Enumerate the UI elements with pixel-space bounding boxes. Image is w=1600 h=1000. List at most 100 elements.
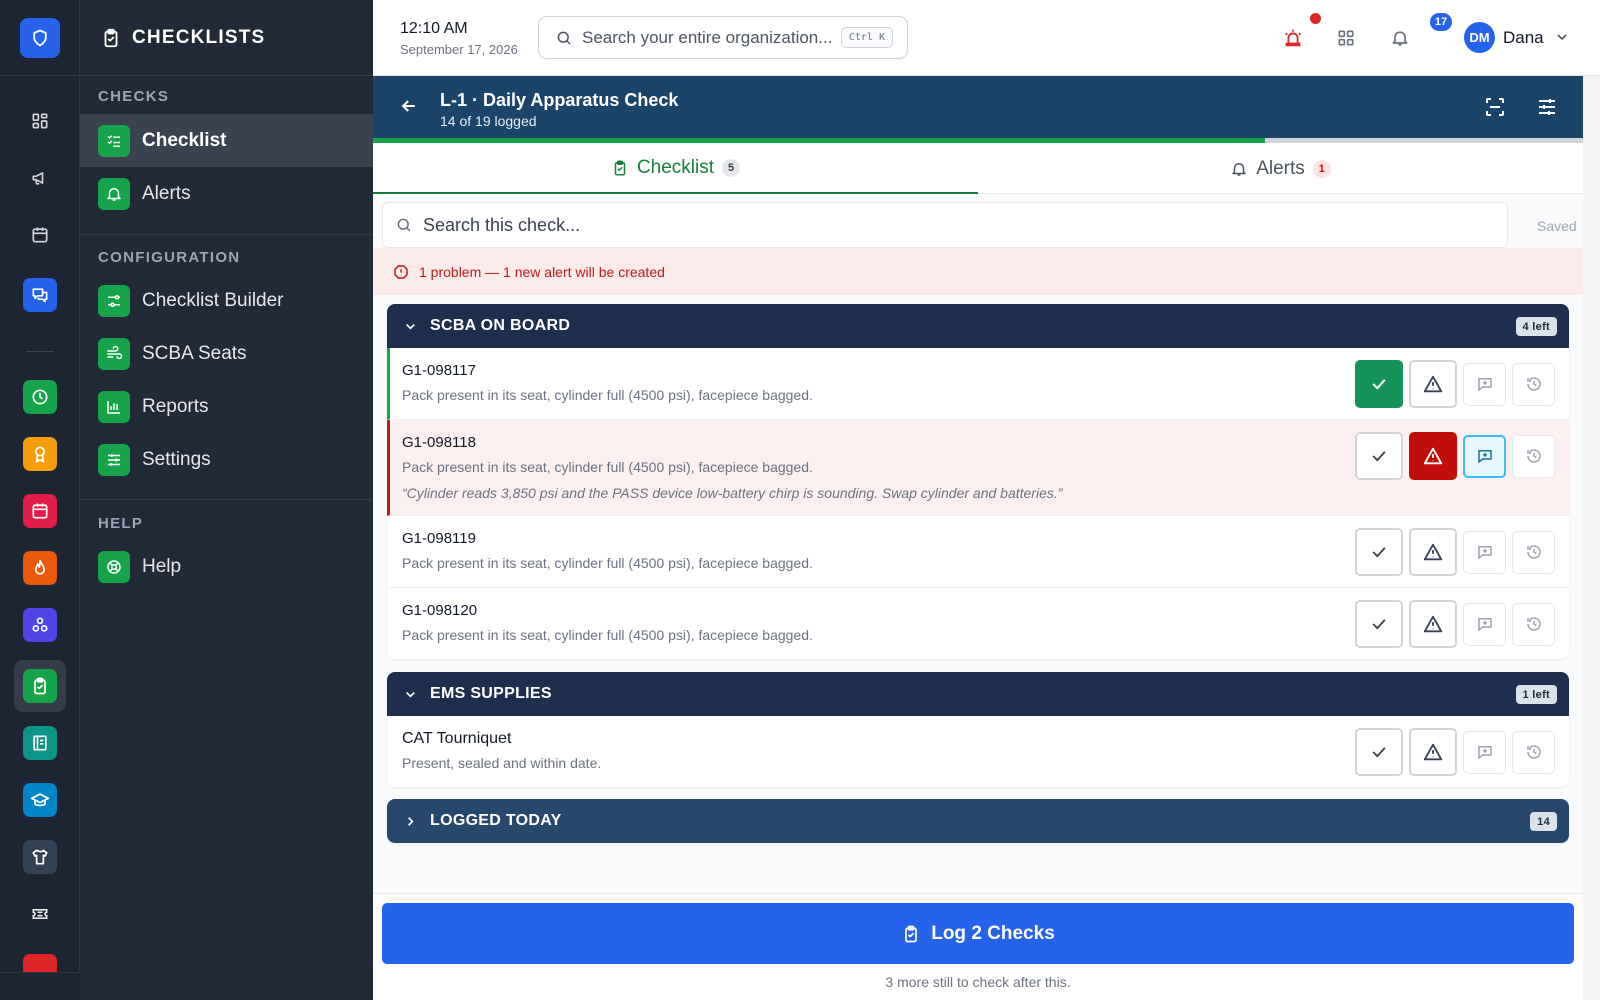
check-icon [1372, 547, 1386, 558]
sidebar-item-alerts[interactable]: Alerts [80, 167, 373, 220]
check-item-row: G1-098117 Pack present in its seat, cyli… [387, 348, 1569, 420]
mark-ok-button[interactable] [1355, 728, 1403, 776]
search-icon [397, 218, 411, 232]
report-problem-button[interactable] [1409, 600, 1457, 648]
shield-icon[interactable] [20, 18, 60, 58]
chevron-down-icon[interactable] [1554, 29, 1570, 50]
sidebar-item-help[interactable]: Help [80, 540, 373, 593]
clipboard-check-icon [905, 925, 918, 942]
apps-grid-icon[interactable] [1334, 26, 1358, 50]
problem-text: 1 problem — 1 new alert will be created [419, 263, 665, 280]
filter-sliders-icon[interactable] [1535, 95, 1559, 124]
main-panel: L-1 · Daily Apparatus Check 14 of 19 log… [373, 76, 1600, 1000]
history-button[interactable] [1512, 530, 1555, 574]
item-description: Pack present in its seat, cylinder full … [402, 627, 813, 643]
check-progress-text: 14 of 19 logged [440, 113, 537, 129]
current-date: September 17, 2026 [400, 42, 518, 57]
siren-icon[interactable] [23, 954, 57, 972]
report-problem-button[interactable] [1409, 528, 1457, 576]
tab-label: Checklist [636, 156, 715, 178]
book-icon[interactable] [23, 726, 57, 760]
calendar-icon[interactable] [23, 218, 57, 252]
back-arrow-icon[interactable] [399, 96, 419, 121]
checklist-icon[interactable] [23, 669, 57, 703]
wind-icon [98, 337, 130, 370]
log-checks-button[interactable]: Log 2 Checks [382, 903, 1574, 964]
ticket-icon[interactable] [23, 897, 57, 931]
siren-icon[interactable] [1281, 26, 1305, 50]
item-title: G1-098119 [402, 530, 476, 547]
section-remaining-badge: 1 left [1515, 685, 1557, 704]
scan-icon[interactable] [1483, 95, 1507, 124]
comment-plus-icon [1477, 378, 1492, 391]
check-icon [1372, 747, 1386, 758]
tab-checklist[interactable]: Checklist 5 [373, 143, 978, 194]
sidebar-divider [80, 499, 373, 500]
graduation-icon[interactable] [23, 783, 57, 817]
mark-ok-button[interactable] [1355, 528, 1403, 576]
report-problem-button[interactable] [1409, 360, 1457, 408]
warning-icon [1423, 543, 1443, 561]
section-header[interactable]: SCBA ON BOARD 4 left [387, 304, 1569, 348]
history-button[interactable] [1512, 730, 1555, 774]
mark-ok-button[interactable] [1355, 432, 1403, 480]
section-label-checks: CHECKS [98, 88, 170, 105]
sidebar-divider [80, 234, 373, 235]
warning-icon [1423, 743, 1443, 761]
report-problem-button[interactable] [1409, 432, 1457, 480]
sidebar-item-reports[interactable]: Reports [80, 380, 373, 433]
dashboard-icon[interactable] [23, 104, 57, 138]
section-remaining-badge: 4 left [1515, 317, 1557, 336]
add-note-button[interactable] [1463, 362, 1506, 406]
badge-icon[interactable] [23, 437, 57, 471]
history-button[interactable] [1512, 362, 1555, 406]
tab-count-badge: 5 [722, 158, 741, 177]
chat-icon[interactable] [23, 278, 57, 312]
section-scba-on-board: SCBA ON BOARD 4 left G1-098117 Pack pres… [387, 304, 1569, 659]
problem-banner: 1 problem — 1 new alert will be created [373, 248, 1583, 295]
sidebar-item-checklist[interactable]: Checklist [80, 114, 373, 167]
section-ems-supplies: EMS SUPPLIES 1 left CAT Tourniquet Prese… [387, 672, 1569, 787]
rail-footer [0, 972, 80, 1000]
item-description: Present, sealed and within date. [402, 755, 602, 771]
history-icon [1526, 617, 1541, 631]
calendar-red-icon[interactable] [23, 494, 57, 528]
bell-icon [98, 177, 130, 210]
mark-ok-button[interactable] [1355, 360, 1403, 408]
avatar[interactable]: DM [1464, 22, 1495, 53]
add-note-button[interactable] [1463, 530, 1506, 574]
shirt-icon[interactable] [23, 840, 57, 874]
lifebuoy-icon [98, 550, 130, 583]
notification-bell-icon[interactable] [1388, 26, 1412, 50]
fire-icon[interactable] [23, 551, 57, 585]
item-description: Pack present in its seat, cylinder full … [402, 459, 813, 475]
item-description: Pack present in its seat, cylinder full … [402, 555, 813, 571]
global-search-input[interactable]: Search your entire organization... Ctrl … [538, 16, 908, 59]
history-button[interactable] [1512, 434, 1555, 478]
section-header[interactable]: EMS SUPPLIES 1 left [387, 672, 1569, 716]
history-icon [1526, 377, 1541, 391]
sidebar: CHECKLISTS CHECKS Checklist Alerts CONFI… [80, 0, 373, 1000]
section-label-configuration: CONFIGURATION [98, 249, 241, 266]
network-icon[interactable] [23, 608, 57, 642]
item-title: CAT Tourniquet [402, 730, 512, 747]
megaphone-icon[interactable] [23, 161, 57, 195]
section-label-help: HELP [98, 515, 144, 532]
add-note-button[interactable] [1463, 602, 1506, 646]
sidebar-item-label: Checklist Builder [142, 289, 284, 311]
sidebar-item-scba-seats[interactable]: SCBA Seats [80, 327, 373, 380]
sidebar-item-checklist-builder[interactable]: Checklist Builder [80, 274, 373, 327]
add-note-button[interactable] [1463, 434, 1506, 478]
tab-alerts[interactable]: Alerts 1 [978, 143, 1583, 194]
add-note-button[interactable] [1463, 730, 1506, 774]
user-name[interactable]: Dana [1503, 28, 1544, 48]
clock-icon[interactable] [23, 380, 57, 414]
report-problem-button[interactable] [1409, 728, 1457, 776]
sidebar-item-settings[interactable]: Settings [80, 433, 373, 486]
check-search-input[interactable]: Search this check... [382, 202, 1508, 248]
history-button[interactable] [1512, 602, 1555, 646]
section-header[interactable]: LOGGED TODAY 14 [387, 799, 1569, 843]
scrollbar-track[interactable] [1583, 76, 1600, 1000]
mark-ok-button[interactable] [1355, 600, 1403, 648]
check-item-row: CAT Tourniquet Present, sealed and withi… [387, 716, 1569, 787]
